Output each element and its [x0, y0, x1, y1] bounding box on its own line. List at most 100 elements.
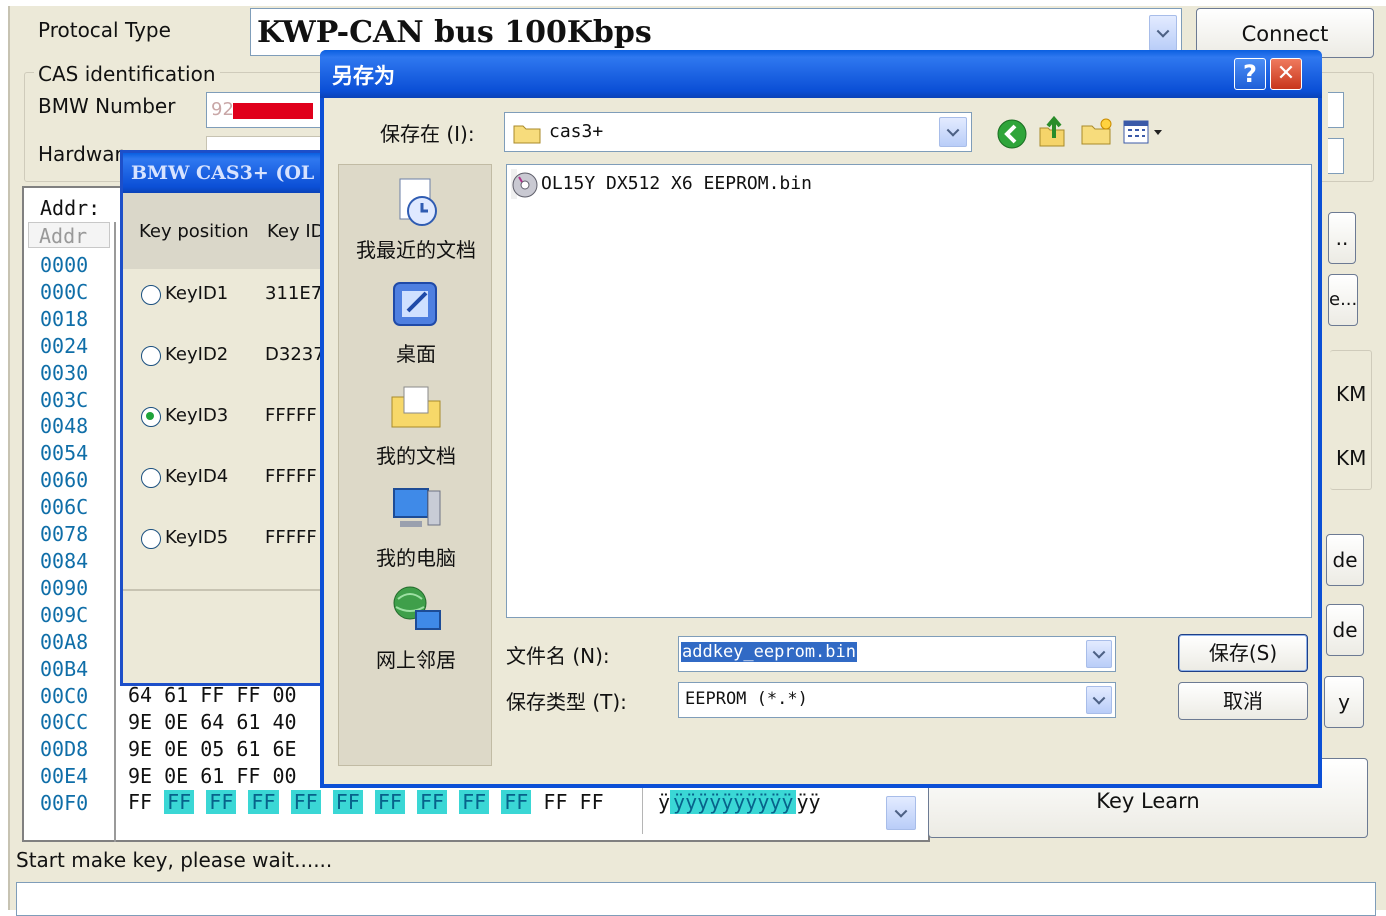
save-button[interactable]: 保存(S) [1178, 634, 1308, 672]
right-button-2[interactable]: e... [1328, 274, 1358, 326]
right-button-1[interactable]: .. [1328, 212, 1356, 264]
filename-input[interactable]: addkey_eeprom.bin [678, 636, 1116, 672]
hex-byte-selected: FF [459, 790, 490, 814]
place-my-documents[interactable]: 我的文档 [339, 379, 493, 469]
key-name: KeyID5 [165, 527, 229, 548]
help-button[interactable]: ? [1234, 58, 1266, 90]
address-cell: 0000 [40, 253, 89, 277]
hex-byte: FF [579, 790, 604, 814]
km-label-2: KM [1336, 446, 1367, 470]
address-cell: 009C [40, 602, 89, 627]
bmw-number-field[interactable]: 92 [206, 92, 326, 128]
key-table-header: Key position Key ID [123, 193, 343, 269]
key-dialog-divider [123, 589, 343, 591]
right-button-3[interactable]: de [1326, 534, 1364, 586]
redaction-bar [233, 103, 313, 119]
key-radio[interactable] [141, 468, 161, 488]
hex-byte-selected: FF [332, 790, 363, 814]
address-cell: 0060 [40, 468, 89, 493]
file-item[interactable]: OL15Y DX512 X6 EEPROM.bin [511, 169, 812, 199]
right-button-4[interactable]: de [1326, 604, 1364, 656]
addr-header: Addr: [40, 196, 101, 220]
key-dialog-title: BMW CAS3+ (OL [123, 153, 343, 193]
place-my-computer[interactable]: 我的电脑 [339, 481, 493, 571]
hex-row: 64 61 FF FF 00 [128, 683, 297, 707]
key-row[interactable]: KeyID5 FFFFF [139, 527, 339, 588]
key-radio[interactable] [141, 407, 161, 427]
address-cell: 0024 [40, 333, 89, 358]
hex-byte: FF [128, 790, 153, 814]
ascii-char: ÿ [658, 790, 671, 814]
protocol-dropdown-arrow[interactable] [1149, 15, 1177, 51]
place-network[interactable]: 网上邻居 [339, 583, 493, 673]
place-network-label: 网上邻居 [376, 648, 456, 672]
key-row[interactable]: KeyID1 311E7 [139, 283, 339, 344]
save-as-dialog: 另存为 ? ✕ 保存在 (I): cas3+ 我最近的文档 桌面 我的文档 我的… [320, 50, 1322, 788]
address-cell: 0048 [40, 414, 89, 439]
key-id: D3237 [265, 344, 325, 365]
key-row[interactable]: KeyID2 D3237 [139, 344, 339, 405]
file-list[interactable]: OL15Y DX512 X6 EEPROM.bin [506, 164, 1312, 618]
my-documents-icon [391, 386, 441, 428]
key-list: KeyID1 311E7 KeyID2 D3237 KeyID3 FFFFF KeyID4 F… [139, 283, 339, 588]
address-cell: 0030 [40, 360, 89, 385]
key-dialog: BMW CAS3+ (OL Key position Key ID KeyID1… [120, 150, 343, 686]
hardware-label: Hardwar [38, 142, 123, 166]
up-folder-icon[interactable] [1036, 114, 1068, 150]
place-recent[interactable]: 我最近的文档 [339, 173, 493, 263]
ascii-selected: ÿÿÿÿÿÿÿÿÿÿ [670, 790, 797, 814]
address-cell: 00D8 [40, 737, 89, 762]
protocol-select[interactable]: KWP-CAN bus 100Kbps [250, 8, 1182, 56]
hex-row: 9E 0E 64 61 40 [128, 709, 297, 734]
place-recent-label: 我最近的文档 [356, 238, 476, 262]
places-bar: 我最近的文档 桌面 我的文档 我的电脑 网上邻居 [338, 164, 492, 766]
desktop-icon [393, 282, 437, 326]
address-cell: 0078 [40, 522, 89, 547]
key-radio[interactable] [141, 346, 161, 366]
ascii-divider [642, 784, 643, 834]
hex-byte-selected: FF [416, 790, 448, 814]
key-name: KeyID3 [165, 405, 229, 426]
place-desktop-label: 桌面 [396, 342, 436, 366]
close-button[interactable]: ✕ [1270, 58, 1302, 90]
key-id-header: Key ID [267, 221, 325, 242]
key-row[interactable]: KeyID4 FFFFF [139, 466, 339, 527]
key-radio[interactable] [141, 285, 161, 305]
address-cell: 00CC [40, 710, 89, 735]
address-cell: 00F0 [40, 791, 89, 816]
addr-column-header: Addr [28, 222, 110, 248]
hex-scroll-down-arrow[interactable] [886, 796, 916, 830]
views-menu-icon[interactable] [1122, 118, 1166, 148]
right-button-5[interactable]: y [1324, 676, 1364, 728]
filetype-select[interactable]: EEPROM (*.*) [678, 682, 1116, 718]
key-radio[interactable] [141, 529, 161, 549]
back-icon[interactable] [996, 118, 1028, 150]
cas-field-right-1[interactable] [1328, 92, 1344, 128]
bmw-number-label: BMW Number [38, 94, 176, 118]
key-position-header: Key position [139, 221, 249, 242]
my-computer-icon [393, 488, 441, 527]
address-cell: 000C [40, 279, 89, 304]
save-in-dropdown-arrow[interactable] [939, 117, 967, 147]
filename-dropdown-arrow[interactable] [1086, 640, 1112, 668]
save-in-value: cas3+ [549, 121, 604, 142]
filetype-dropdown-arrow[interactable] [1086, 686, 1112, 714]
save-dialog-title: 另存为 [332, 64, 395, 88]
cas-field-right-2[interactable] [1328, 138, 1344, 174]
address-cell: 00A8 [40, 629, 89, 654]
place-desktop[interactable]: 桌面 [339, 277, 493, 367]
cancel-button[interactable]: 取消 [1178, 682, 1308, 720]
address-cell: 006C [40, 495, 89, 520]
status-text: Start make key, please wait...... [16, 848, 333, 872]
filetype-value: EEPROM (*.*) [685, 689, 808, 709]
hex-byte-selected: FF [290, 790, 321, 814]
filetype-label: 保存类型 (T): [506, 690, 627, 714]
hex-byte: FF [543, 790, 568, 814]
new-folder-icon[interactable] [1080, 116, 1114, 148]
key-row[interactable]: KeyID3 FFFFF [139, 405, 339, 466]
output-field[interactable] [16, 882, 1376, 916]
key-id: 311E7 [265, 283, 323, 304]
recent-documents-icon [399, 178, 437, 226]
key-name: KeyID1 [165, 283, 229, 304]
save-in-select[interactable]: cas3+ [504, 112, 972, 152]
